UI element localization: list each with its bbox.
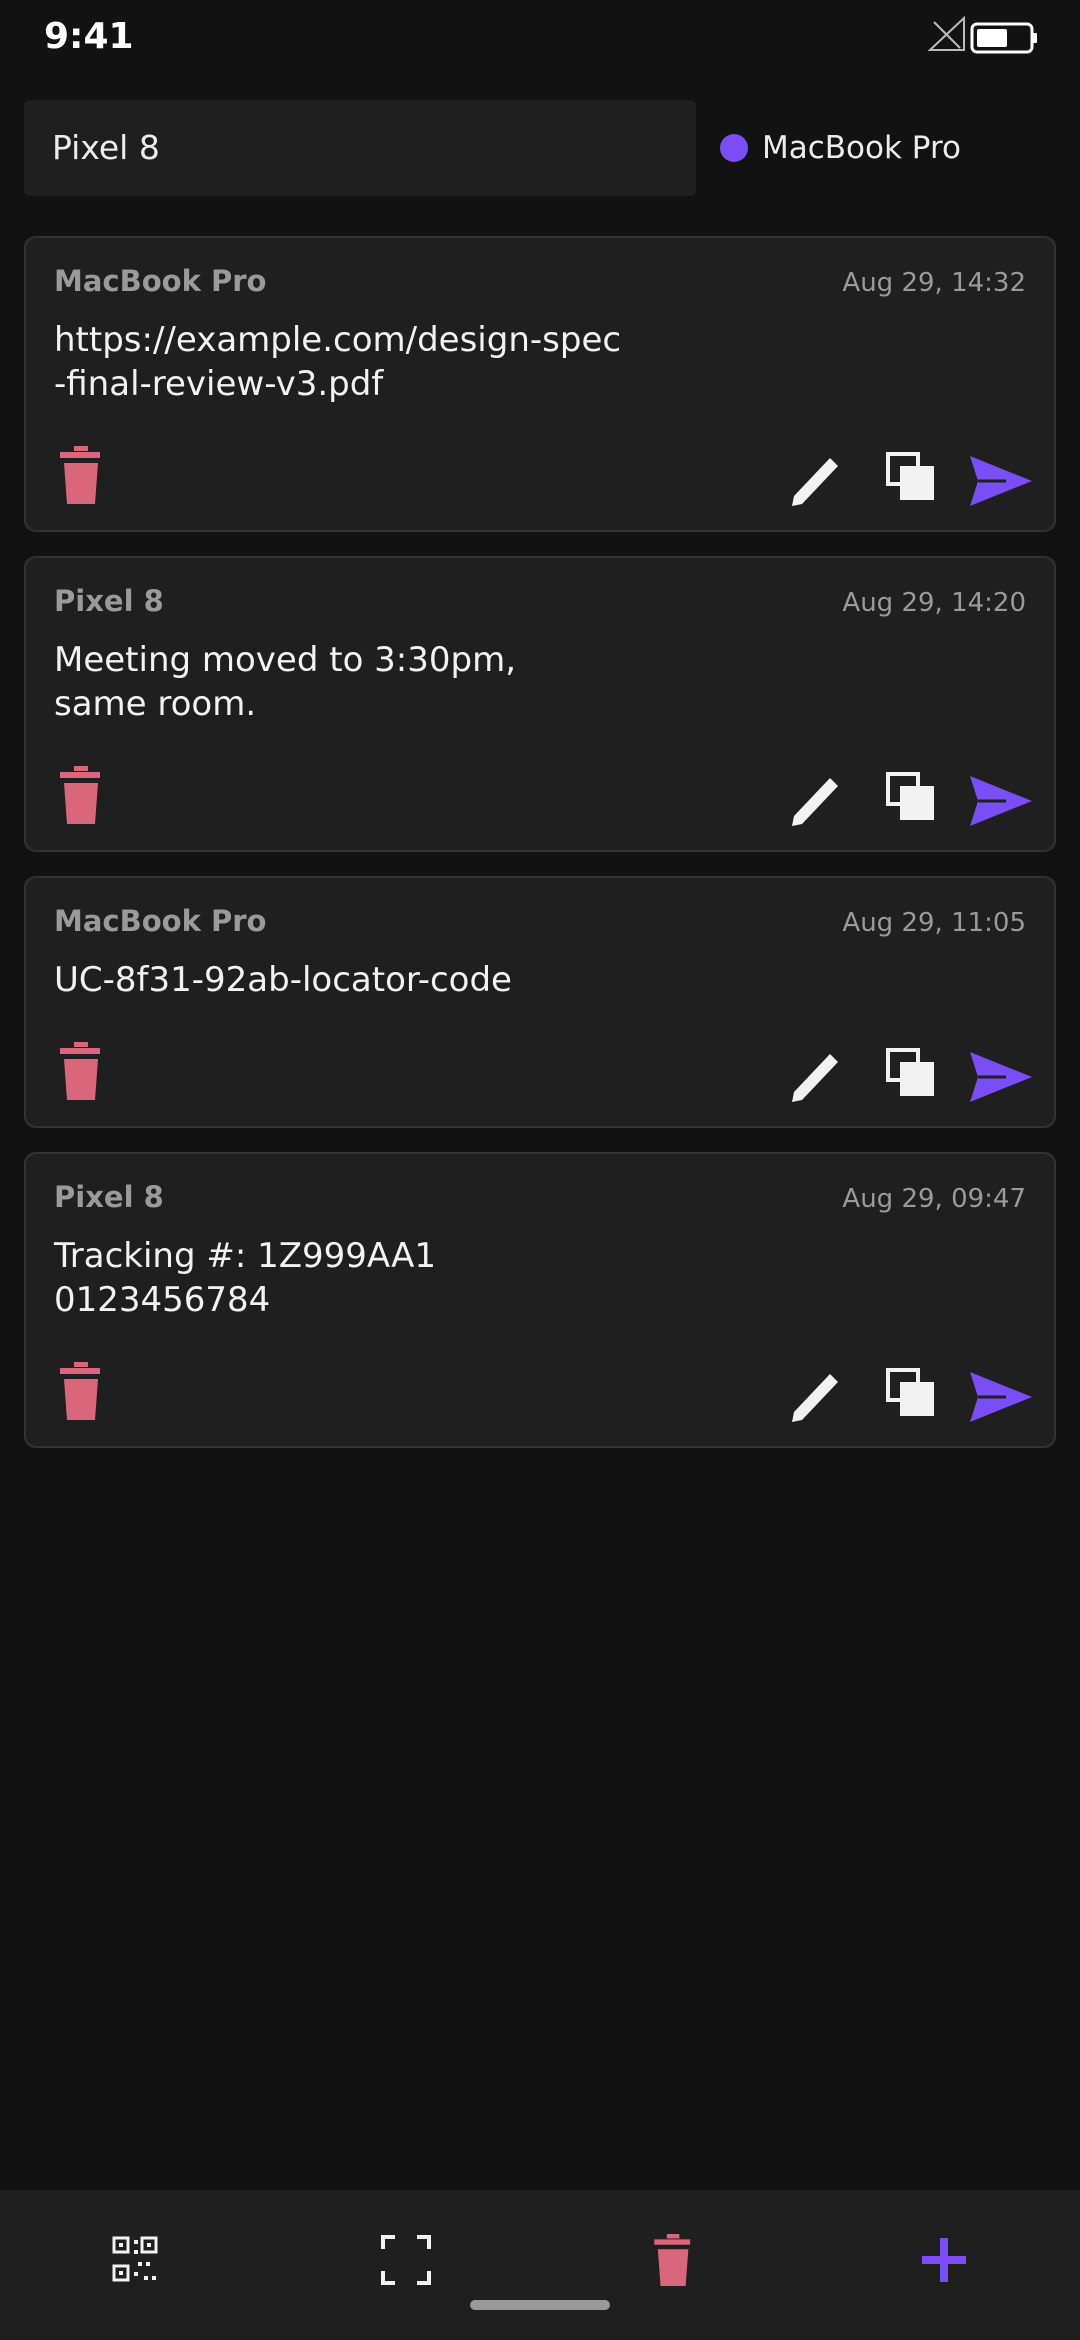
send-icon[interactable] [970, 776, 1032, 826]
copy-icon[interactable] [886, 1368, 934, 1416]
clip-card: Pixel 8 Aug 29, 14:20 Meeting moved to 3… [24, 556, 1056, 852]
clip-device: Pixel 8 [54, 584, 164, 618]
clip-actions [26, 1036, 1054, 1126]
clip-card: MacBook Pro Aug 29, 11:05 UC-8f31-92ab-l… [24, 876, 1056, 1128]
copy-icon[interactable] [886, 772, 934, 820]
clip-actions [26, 1356, 1054, 1446]
pencil-icon[interactable] [790, 456, 840, 508]
pencil-icon[interactable] [790, 1052, 840, 1104]
qr-code-icon [112, 2236, 158, 2282]
header: Pixel 8 MacBook Pro [24, 100, 1056, 196]
clip-text: UC-8f31-92ab-locator-code [54, 960, 512, 1000]
copy-icon[interactable] [886, 452, 934, 500]
clear-all-button[interactable] [644, 2230, 704, 2290]
copy-icon[interactable] [886, 1048, 934, 1096]
status-bar: 9:41 [0, 0, 1080, 80]
send-icon[interactable] [970, 1052, 1032, 1102]
clip-card: Pixel 8 Aug 29, 09:47 Tracking #: 1Z999A… [24, 1152, 1056, 1448]
scan-frame-icon [381, 2235, 431, 2285]
bottom-bar [0, 2190, 1080, 2340]
clip-device: MacBook Pro [54, 904, 267, 938]
show-qr-button[interactable] [106, 2230, 166, 2290]
clip-device: MacBook Pro [54, 264, 267, 298]
pencil-icon[interactable] [790, 1372, 840, 1424]
clip-timestamp: Aug 29, 14:20 [842, 588, 1026, 618]
trash-icon[interactable] [60, 446, 104, 504]
add-clip-button[interactable] [914, 2230, 974, 2290]
clip-actions [26, 760, 1054, 850]
target-status-dot [720, 134, 748, 162]
home-indicator [470, 2300, 610, 2310]
trash-icon[interactable] [60, 1362, 104, 1420]
no-signal-icon [928, 16, 965, 51]
target-device-label: MacBook Pro [762, 130, 961, 166]
trash-icon[interactable] [60, 1042, 104, 1100]
scan-button[interactable] [376, 2230, 436, 2290]
clip-text: https://example.com/design-spec -final-r… [54, 320, 622, 404]
clip-timestamp: Aug 29, 09:47 [842, 1184, 1026, 1214]
clip-device: Pixel 8 [54, 1180, 164, 1214]
battery-icon [970, 22, 1037, 54]
clip-text: Meeting moved to 3:30pm, same room. [54, 640, 517, 724]
clip-timestamp: Aug 29, 14:32 [842, 268, 1026, 298]
device-name-field[interactable]: Pixel 8 [24, 100, 696, 196]
status-time: 9:41 [44, 16, 134, 57]
trash-icon[interactable] [60, 766, 104, 824]
clip-text: Tracking #: 1Z999AA1 0123456784 [54, 1236, 437, 1320]
plus-icon [922, 2238, 966, 2282]
clip-timestamp: Aug 29, 11:05 [842, 908, 1026, 938]
pencil-icon[interactable] [790, 776, 840, 828]
clip-actions [26, 440, 1054, 530]
trash-icon [654, 2234, 691, 2286]
send-icon[interactable] [970, 1372, 1032, 1422]
target-device-selector[interactable]: MacBook Pro [720, 100, 961, 196]
send-icon[interactable] [970, 456, 1032, 506]
clip-card: MacBook Pro Aug 29, 14:32 https://exampl… [24, 236, 1056, 532]
